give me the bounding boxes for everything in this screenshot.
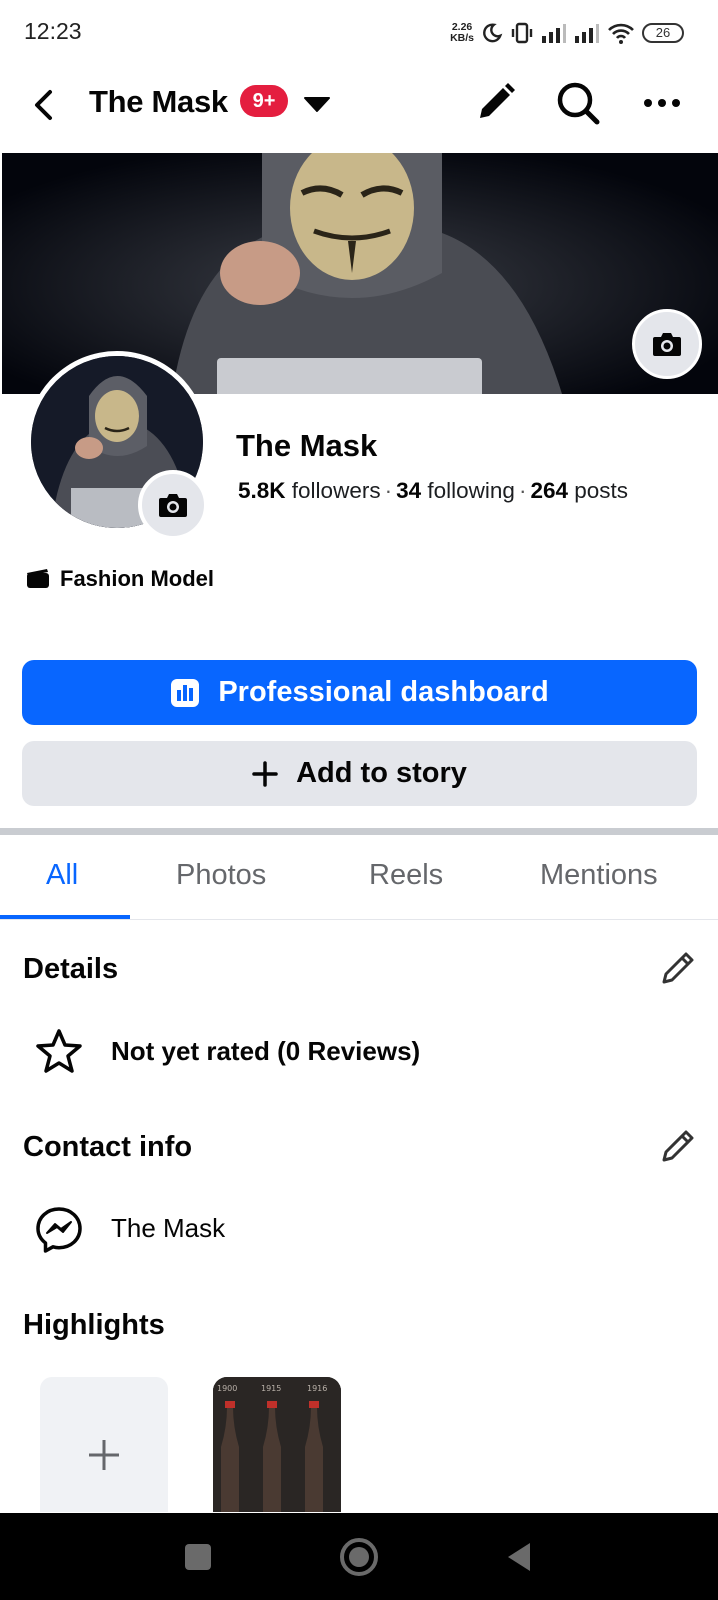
camera-icon xyxy=(159,494,187,517)
posts-label: posts xyxy=(574,478,629,503)
edit-contact-pencil-icon[interactable] xyxy=(656,1124,700,1168)
avatar-camera-button[interactable] xyxy=(138,470,208,540)
signal-icon xyxy=(542,24,566,43)
edit-details-pencil-icon[interactable] xyxy=(656,946,700,990)
highlight-item[interactable]: 1900 1915 1916 xyxy=(213,1377,341,1512)
battery-icon: 26 xyxy=(642,23,684,43)
caret-down-icon[interactable] xyxy=(302,94,332,114)
moon-icon xyxy=(483,23,503,43)
notification-badge[interactable]: 9+ xyxy=(240,85,288,117)
profile-tabs: All Photos Reels Mentions xyxy=(0,835,718,920)
add-to-story-button[interactable]: Add to story xyxy=(22,741,697,806)
wifi-icon xyxy=(608,23,634,44)
highlights-title: Highlights xyxy=(23,1309,165,1341)
camera-icon xyxy=(653,333,681,356)
clapperboard-icon xyxy=(27,569,49,588)
profile-name: The Mask xyxy=(236,428,378,463)
contact-info-title: Contact info xyxy=(23,1131,193,1163)
back-triangle-icon[interactable] xyxy=(498,1535,542,1579)
highlight-photo-label-1916: 1916 xyxy=(307,1384,327,1393)
highlight-photo-label-1915: 1915 xyxy=(261,1384,281,1393)
more-icon[interactable] xyxy=(637,78,687,128)
professional-dashboard-label: Professional dashboard xyxy=(218,676,549,708)
signal-icon xyxy=(575,24,599,43)
dashboard-icon xyxy=(171,678,200,707)
cover-camera-button[interactable] xyxy=(632,309,702,379)
pencil-icon[interactable] xyxy=(470,78,520,128)
star-icon xyxy=(36,1029,82,1073)
network-speed-unit: KB/s xyxy=(450,32,474,44)
highlight-bottles-image: 1900 1915 1916 xyxy=(213,1377,341,1512)
plus-icon xyxy=(89,1439,119,1470)
posts-count: 264 xyxy=(530,478,568,503)
profile-stats: 5.8K followers · 34 following · 264 posts xyxy=(238,478,629,503)
category-label: Fashion Model xyxy=(60,566,214,591)
followers-count[interactable]: 5.8K xyxy=(238,478,286,503)
home-circle-icon[interactable] xyxy=(337,1535,381,1579)
details-title: Details xyxy=(23,953,119,985)
back-arrow-icon[interactable] xyxy=(22,82,68,128)
tab-mentions[interactable]: Mentions xyxy=(540,859,658,892)
active-tab-indicator xyxy=(0,915,130,919)
followers-label[interactable]: followers xyxy=(292,478,381,503)
professional-dashboard-button[interactable]: Professional dashboard xyxy=(22,660,697,725)
recents-square-icon[interactable] xyxy=(176,1535,220,1579)
following-count[interactable]: 34 xyxy=(396,478,421,503)
system-nav-bar xyxy=(0,1513,718,1600)
search-icon[interactable] xyxy=(553,78,603,128)
top-app-bar: The Mask 9+ xyxy=(0,66,718,152)
messenger-contact-text[interactable]: The Mask xyxy=(111,1213,225,1244)
messenger-icon xyxy=(36,1207,82,1253)
add-highlight-button[interactable] xyxy=(40,1377,168,1512)
tab-reels[interactable]: Reels xyxy=(369,859,443,892)
status-bar: 12:23 2.26 KB/s 26 xyxy=(0,0,718,66)
profile-category: Fashion Model xyxy=(26,566,214,592)
tab-photos[interactable]: Photos xyxy=(176,859,266,892)
status-icons: 2.26 KB/s 26 xyxy=(450,18,684,48)
add-to-story-label: Add to story xyxy=(296,757,467,789)
rating-text[interactable]: Not yet rated (0 Reviews) xyxy=(111,1036,420,1067)
section-divider xyxy=(0,828,718,835)
following-label[interactable]: following xyxy=(427,478,515,503)
tab-all[interactable]: All xyxy=(46,859,78,892)
network-speed: 2.26 KB/s xyxy=(450,22,474,44)
status-time: 12:23 xyxy=(24,18,82,44)
plus-icon xyxy=(252,760,278,787)
page-title[interactable]: The Mask xyxy=(89,84,228,120)
highlight-photo-label-1900: 1900 xyxy=(217,1384,237,1393)
vibrate-icon xyxy=(511,22,533,44)
